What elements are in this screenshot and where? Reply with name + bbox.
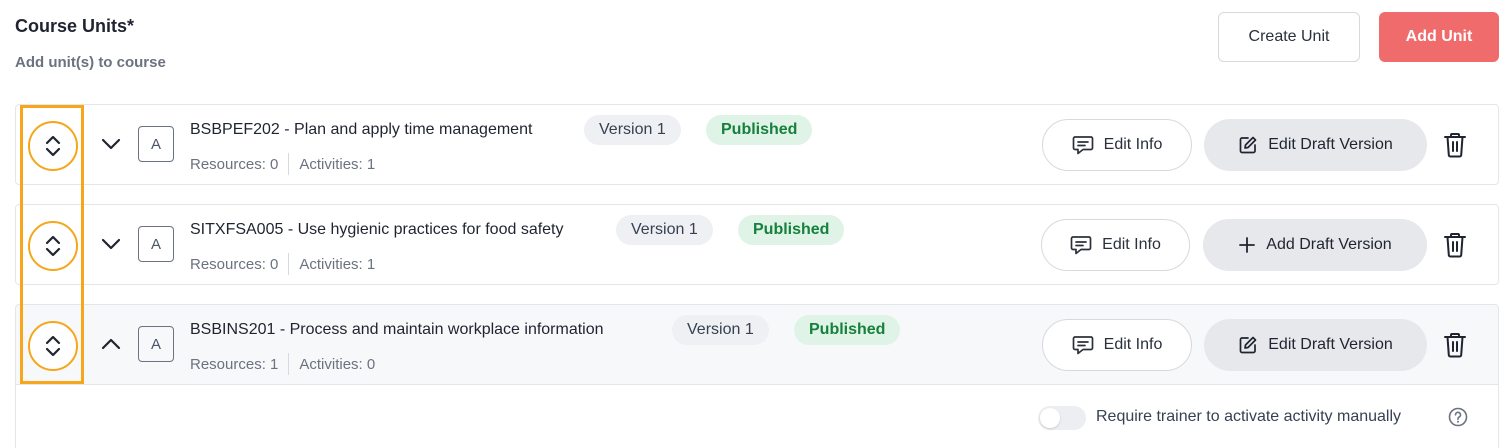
activities-count: Activities: 1 (299, 255, 376, 273)
trash-icon (1444, 233, 1466, 258)
pencil-icon (1239, 336, 1257, 354)
help-icon[interactable] (1448, 407, 1468, 427)
edit-info-button[interactable]: Edit Info (1041, 219, 1190, 271)
resources-count: Resources: 0 (190, 255, 279, 273)
delete-button[interactable] (1442, 131, 1468, 159)
status-badge: Published (706, 115, 813, 145)
draft-version-label: Add Draft Version (1266, 236, 1392, 253)
edit-info-button[interactable]: Edit Info (1042, 119, 1192, 171)
delete-button[interactable] (1442, 231, 1468, 259)
unit-meta: Resources: 1 Activities: 0 (190, 353, 375, 375)
unit-title: BSBPEF202 - Plan and apply time manageme… (190, 121, 533, 138)
edit-info-label: Edit Info (1103, 336, 1163, 353)
page-title: Course Units* (15, 16, 135, 36)
edit-draft-version-button[interactable]: Edit Draft Version (1204, 319, 1427, 371)
draft-version-label: Edit Draft Version (1268, 136, 1393, 153)
unit-letter-badge: A (138, 326, 174, 362)
unit-expanded-panel: Require trainer to activate activity man… (15, 385, 1499, 448)
unit-meta: Resources: 0 Activities: 1 (190, 153, 375, 175)
edit-info-label: Edit Info (1103, 136, 1163, 153)
chevron-down-icon[interactable] (100, 233, 122, 255)
version-badge: Version 1 (616, 215, 713, 245)
unit-row: A BSBINS201 - Process and maintain workp… (15, 304, 1499, 385)
draft-version-label: Edit Draft Version (1268, 336, 1393, 353)
unit-meta: Resources: 0 Activities: 1 (190, 253, 375, 275)
chevron-up-icon[interactable] (100, 333, 122, 355)
trash-icon (1444, 133, 1466, 158)
create-unit-button[interactable]: Create Unit (1218, 12, 1360, 62)
page-subtitle: Add unit(s) to course (15, 54, 166, 71)
edit-info-button[interactable]: Edit Info (1042, 319, 1192, 371)
add-unit-button[interactable]: Add Unit (1379, 12, 1499, 62)
unit-letter-badge: A (138, 226, 174, 262)
divider (288, 253, 290, 275)
trash-icon (1444, 333, 1466, 358)
activities-count: Activities: 0 (299, 355, 376, 373)
edit-draft-version-button[interactable]: Edit Draft Version (1204, 119, 1427, 171)
manual-activation-label: Require trainer to activate activity man… (1096, 408, 1402, 425)
pencil-icon (1239, 136, 1257, 154)
unit-title: BSBINS201 - Process and maintain workpla… (190, 321, 604, 338)
unit-row: A SITXFSA005 - Use hygienic practices fo… (15, 204, 1499, 285)
resources-count: Resources: 0 (190, 155, 279, 173)
version-badge: Version 1 (672, 315, 769, 345)
drag-handle-icon[interactable] (28, 121, 78, 171)
delete-button[interactable] (1442, 331, 1468, 359)
divider (288, 353, 290, 375)
divider (288, 153, 290, 175)
drag-handle-icon[interactable] (28, 221, 78, 271)
unit-row: A BSBPEF202 - Plan and apply time manage… (15, 104, 1499, 185)
status-badge: Published (794, 315, 901, 345)
toggle-knob (1040, 408, 1060, 428)
comment-icon (1072, 136, 1093, 155)
comment-icon (1072, 336, 1093, 355)
manual-activation-toggle[interactable] (1038, 406, 1086, 430)
plus-icon (1239, 237, 1256, 253)
unit-letter-badge: A (138, 126, 174, 162)
version-badge: Version 1 (584, 115, 681, 145)
comment-icon (1070, 236, 1092, 255)
activities-count: Activities: 1 (299, 155, 376, 173)
status-badge: Published (738, 215, 845, 245)
resources-count: Resources: 1 (190, 355, 279, 373)
drag-handle-icon[interactable] (28, 321, 78, 371)
unit-title: SITXFSA005 - Use hygienic practices for … (190, 221, 564, 238)
chevron-down-icon[interactable] (100, 133, 122, 155)
edit-info-label: Edit Info (1102, 236, 1161, 253)
add-draft-version-button[interactable]: Add Draft Version (1203, 219, 1427, 271)
